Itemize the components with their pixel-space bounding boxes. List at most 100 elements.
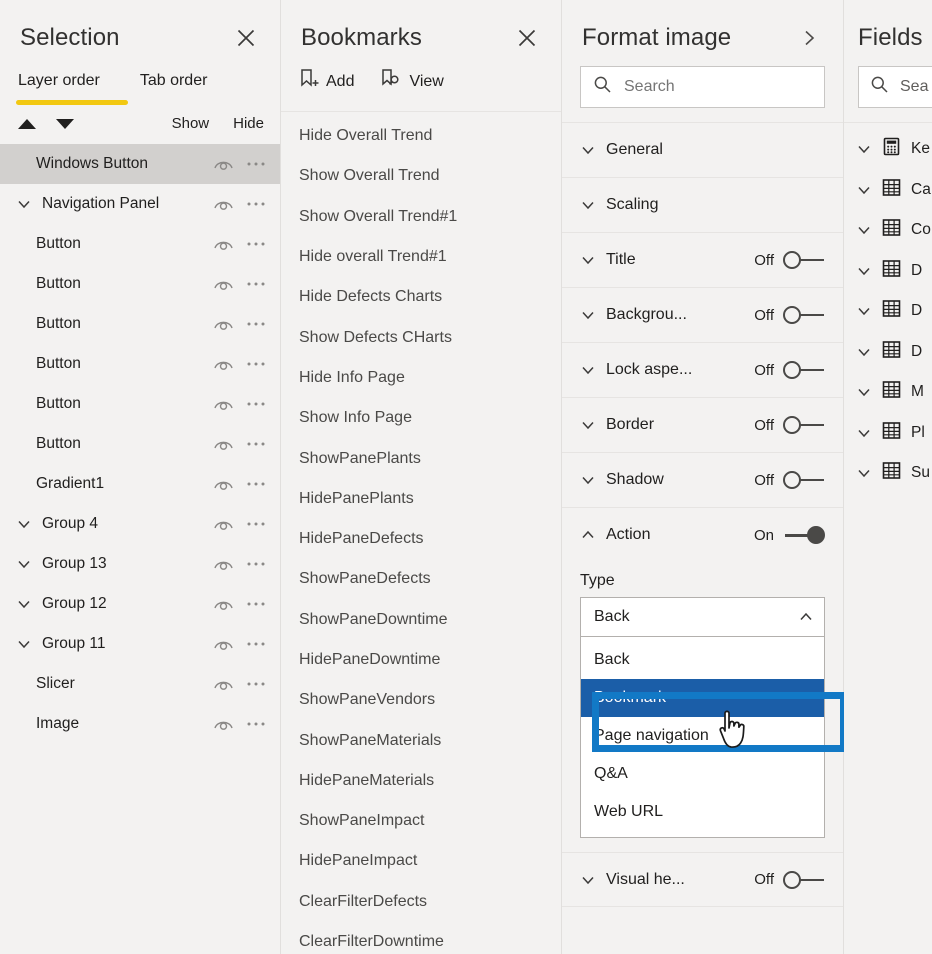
chevron-down-icon[interactable] [580,197,606,213]
show-all-button[interactable]: Show [172,115,210,132]
type-option-back[interactable]: Back [581,641,824,679]
bookmark-item[interactable]: HidePaneDefects [281,519,561,559]
eye-icon[interactable] [213,637,234,652]
chevron-down-icon[interactable] [856,222,872,238]
toggle-switch[interactable] [783,360,825,380]
layer-row[interactable]: Gradient1 [0,464,280,504]
type-option-bookmark[interactable]: Bookmark [581,679,824,717]
section-toggle-group[interactable]: On [754,525,825,545]
bookmark-item[interactable]: Hide Overall Trend [281,116,561,156]
field-table-row[interactable]: D [844,291,932,332]
eye-icon[interactable] [213,277,234,292]
bookmark-item[interactable]: ClearFilterDefects [281,882,561,922]
more-options-icon[interactable] [246,321,266,327]
layer-row[interactable]: Button [0,304,280,344]
chevron-down-icon[interactable] [16,596,36,612]
field-table-row[interactable]: Ke [844,129,932,170]
bookmark-item[interactable]: HidePaneMaterials [281,761,561,801]
format-search-input[interactable] [624,78,812,96]
tab-tab-order[interactable]: Tab order [138,66,210,100]
field-table-row[interactable]: Ca [844,170,932,211]
layer-row[interactable]: Button [0,384,280,424]
more-options-icon[interactable] [246,241,266,247]
eye-icon[interactable] [213,157,234,172]
type-option-qa[interactable]: Q&A [581,755,824,793]
chevron-down-icon[interactable] [856,141,872,157]
chevron-down-icon[interactable] [580,472,606,488]
format-section-shadow[interactable]: Shadow Off [562,452,843,507]
eye-icon[interactable] [213,557,234,572]
layer-row[interactable]: Windows Button [0,144,280,184]
bookmark-item[interactable]: Hide overall Trend#1 [281,237,561,277]
eye-icon[interactable] [213,357,234,372]
chevron-down-icon[interactable] [16,636,36,652]
more-options-icon[interactable] [246,441,266,447]
close-icon[interactable] [513,24,541,52]
more-options-icon[interactable] [246,481,266,487]
triangle-up-icon[interactable] [16,116,38,132]
field-table-row[interactable]: D [844,332,932,373]
chevron-down-icon[interactable] [16,196,36,212]
chevron-down-icon[interactable] [16,556,36,572]
chevron-down-icon[interactable] [580,252,606,268]
format-section-visualheader[interactable]: Visual he... Off [562,852,843,907]
eye-icon[interactable] [213,717,234,732]
chevron-down-icon[interactable] [580,417,606,433]
chevron-down-icon[interactable] [856,263,872,279]
bookmark-item[interactable]: Show Defects CHarts [281,317,561,357]
field-table-row[interactable]: Pl [844,413,932,454]
eye-icon[interactable] [213,517,234,532]
bookmark-item[interactable]: ShowPaneImpact [281,801,561,841]
chevron-down-icon[interactable] [856,425,872,441]
type-option-pagenavigation[interactable]: Page navigation [581,717,824,755]
format-section-lockaspe[interactable]: Lock aspe... Off [562,342,843,397]
section-toggle-group[interactable]: Off [754,470,825,490]
bookmark-item[interactable]: Show Overall Trend#1 [281,197,561,237]
section-toggle-group[interactable]: Off [754,360,825,380]
bookmark-item[interactable]: ShowPanePlants [281,438,561,478]
format-section-scaling[interactable]: Scaling [562,177,843,232]
layer-row[interactable]: Button [0,264,280,304]
eye-icon[interactable] [213,237,234,252]
type-option-weburl[interactable]: Web URL [581,793,824,831]
format-section-general[interactable]: General [562,122,843,177]
more-options-icon[interactable] [246,561,266,567]
chevron-down-icon[interactable] [856,465,872,481]
eye-icon[interactable] [213,437,234,452]
tab-layer-order[interactable]: Layer order [16,66,102,100]
toggle-switch[interactable] [783,305,825,325]
chevron-up-icon[interactable] [798,609,814,625]
chevron-right-icon[interactable] [795,24,823,52]
format-section-border[interactable]: Border Off [562,397,843,452]
more-options-icon[interactable] [246,681,266,687]
toggle-switch[interactable] [783,250,825,270]
eye-icon[interactable] [213,397,234,412]
eye-icon[interactable] [213,597,234,612]
add-bookmark-button[interactable]: Add [299,68,354,95]
more-options-icon[interactable] [246,521,266,527]
bookmark-item[interactable]: Hide Info Page [281,358,561,398]
bookmark-item[interactable]: ShowPaneDefects [281,559,561,599]
field-table-row[interactable]: Co [844,210,932,251]
bookmark-item[interactable]: ClearFilterDowntime [281,922,561,954]
layer-row[interactable]: Slicer [0,664,280,704]
bookmark-item[interactable]: HidePaneDowntime [281,640,561,680]
chevron-down-icon[interactable] [856,344,872,360]
triangle-down-icon[interactable] [54,116,76,132]
more-options-icon[interactable] [246,721,266,727]
bookmark-item[interactable]: ShowPaneDowntime [281,600,561,640]
layer-row[interactable]: Group 11 [0,624,280,664]
format-section-title[interactable]: Title Off [562,232,843,287]
more-options-icon[interactable] [246,401,266,407]
close-icon[interactable] [232,24,260,52]
layer-row[interactable]: Group 12 [0,584,280,624]
layer-row[interactable]: Group 13 [0,544,280,584]
chevron-down-icon[interactable] [856,303,872,319]
chevron-down-icon[interactable] [856,384,872,400]
field-table-row[interactable]: Su [844,453,932,494]
eye-icon[interactable] [213,317,234,332]
field-table-row[interactable]: M [844,372,932,413]
section-toggle-group[interactable]: Off [754,415,825,435]
more-options-icon[interactable] [246,361,266,367]
layer-row[interactable]: Button [0,344,280,384]
